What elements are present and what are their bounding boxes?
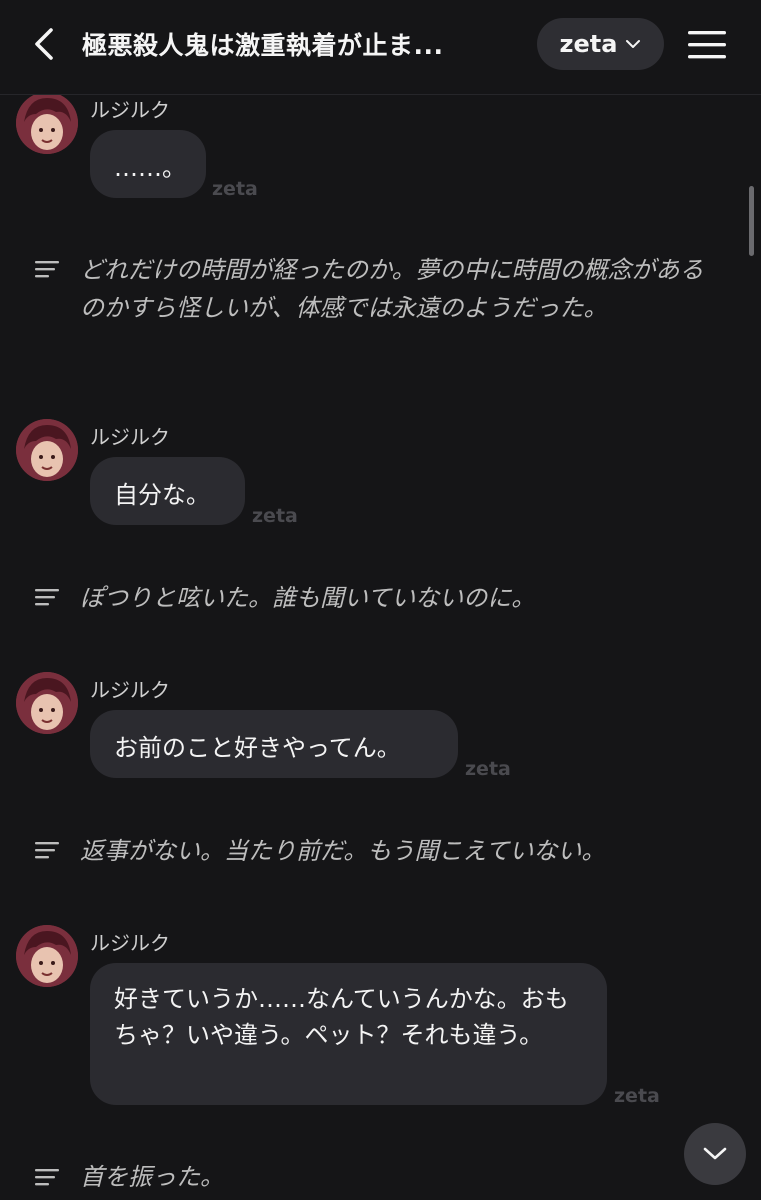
speaker-name: ルジルク [90,98,170,122]
model-label: zeta [559,30,618,58]
app-header: 極悪殺人鬼は激重執着が止ま... zeta [0,0,761,95]
narration-icon [35,842,59,859]
narration-text: ぽつりと呟いた。誰も聞いていないのに。 [80,584,536,612]
scroll-to-bottom-button[interactable] [684,1123,746,1185]
model-tag: zeta [465,758,511,780]
model-tag: zeta [252,505,298,527]
scrollbar[interactable] [749,186,754,256]
narration-text: 首を振った。 [80,1163,224,1191]
narration-icon [35,1169,59,1186]
model-tag: zeta [614,1085,660,1107]
message-bubble[interactable]: 好きていうか……なんていうんかな。おもちゃ？いや違う。ペット？それも違う。 [90,963,607,1105]
model-selector[interactable]: zeta [537,18,664,70]
character-avatar[interactable] [16,925,78,987]
narration-text: 返事がない。当たり前だ。もう聞こえていない。 [80,837,606,865]
chat-feed[interactable]: ルジルク ……。 zeta どれだけの時間が経ったのか。夢の中に時間の概念がある… [0,0,761,1200]
chevron-down-icon [626,40,641,48]
narration-icon [35,261,59,278]
message-bubble[interactable]: お前のこと好きやってん。 [90,710,458,778]
menu-button[interactable] [684,22,730,68]
chevron-down-icon [703,1147,727,1160]
back-button[interactable] [26,24,62,64]
speaker-name: ルジルク [90,931,170,955]
model-tag: zeta [212,178,258,200]
message-bubble[interactable]: ……。 [90,130,206,198]
hamburger-menu-icon [688,31,726,59]
message-bubble[interactable]: 自分な。 [90,457,245,525]
speaker-name: ルジルク [90,678,170,702]
narration-icon [35,589,59,606]
speaker-name: ルジルク [90,425,170,449]
character-avatar[interactable] [16,672,78,734]
page-title: 極悪殺人鬼は激重執着が止ま... [82,31,444,60]
narration-text: どれだけの時間が経ったのか。夢の中に時間の概念があるのかすら怪しいが、体感では永… [80,256,704,322]
character-avatar[interactable] [16,92,78,154]
chevron-left-icon [35,28,53,60]
character-avatar[interactable] [16,419,78,481]
